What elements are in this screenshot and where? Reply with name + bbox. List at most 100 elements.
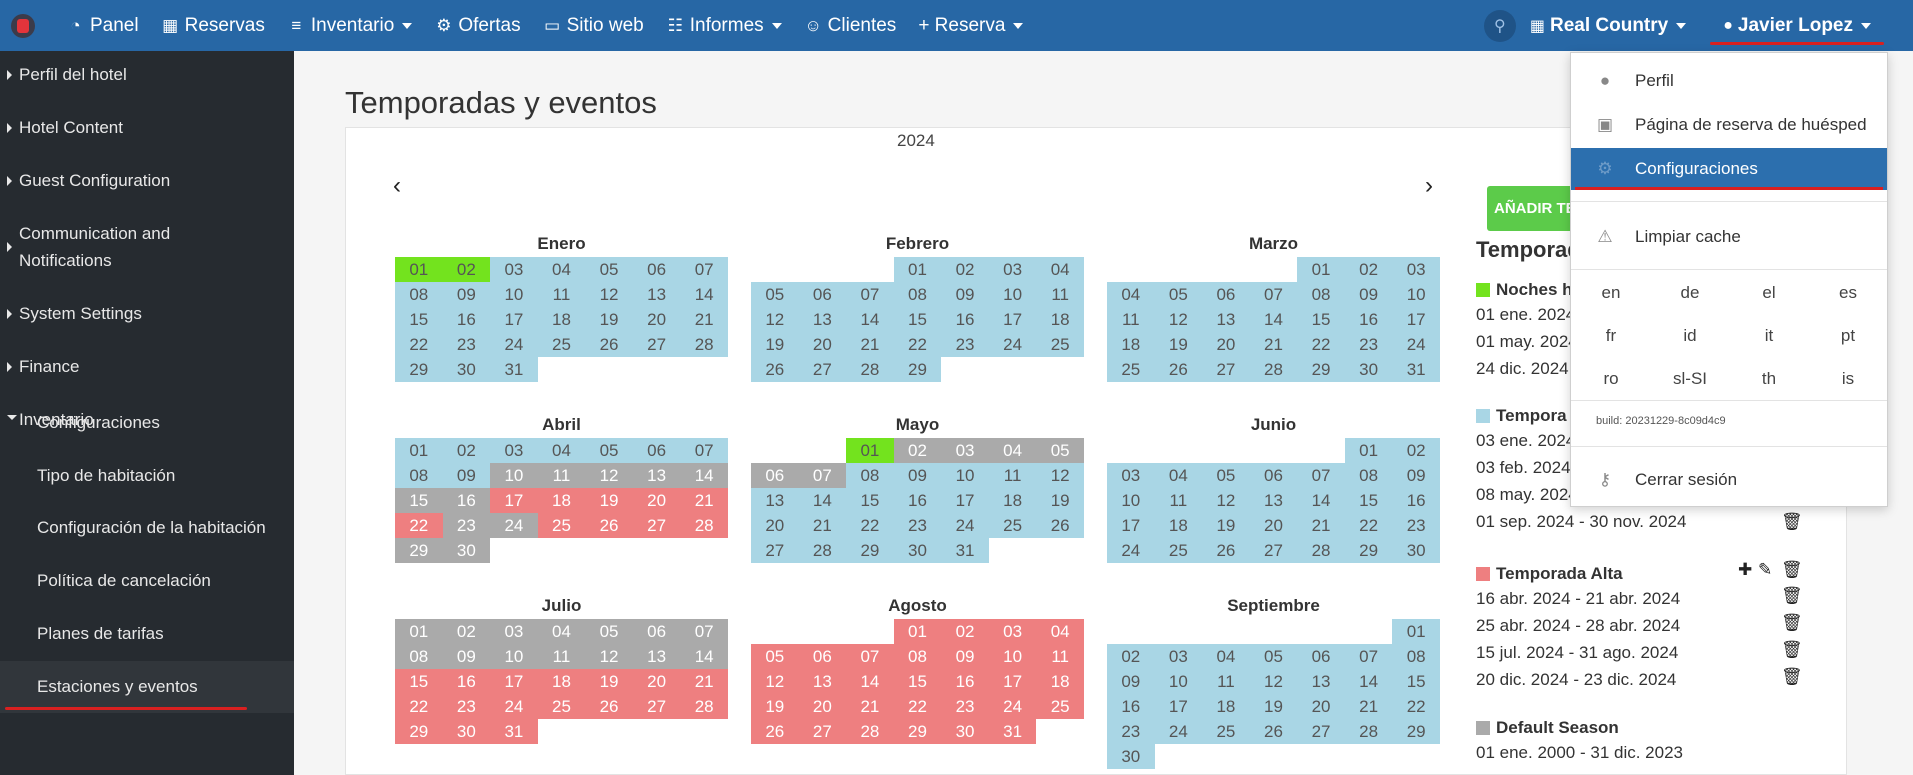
calendar-day[interactable]: 13 bbox=[632, 644, 681, 669]
calendar-day[interactable]: 26 bbox=[585, 513, 633, 538]
menu-item-perfil[interactable]: ● Perfil bbox=[1571, 60, 1887, 102]
calendar-day[interactable]: 17 bbox=[1154, 694, 1203, 719]
calendar-day[interactable]: 30 bbox=[442, 719, 491, 744]
calendar-day[interactable]: 19 bbox=[585, 307, 633, 332]
calendar-day[interactable]: 06 bbox=[798, 644, 847, 669]
nav-item-clientes[interactable]: ☺ Clientes bbox=[793, 0, 908, 51]
calendar-day[interactable]: 22 bbox=[846, 513, 894, 538]
calendar-day[interactable]: 22 bbox=[395, 332, 443, 357]
calendar-day[interactable]: 30 bbox=[442, 357, 491, 382]
calendar-day[interactable]: 02 bbox=[941, 257, 989, 282]
calendar-day[interactable]: 10 bbox=[988, 644, 1037, 669]
calendar-day[interactable]: 20 bbox=[751, 513, 799, 538]
nav-item-reservas[interactable]: ▦ Reservas bbox=[150, 0, 276, 51]
calendar-day[interactable]: 12 bbox=[1036, 463, 1084, 488]
calendar-day[interactable]: 15 bbox=[893, 669, 942, 694]
calendar-day[interactable]: 29 bbox=[395, 357, 443, 382]
calendar-day[interactable]: 20 bbox=[798, 694, 847, 719]
calendar-day[interactable]: 28 bbox=[680, 513, 728, 538]
language-option[interactable]: es bbox=[1808, 283, 1888, 303]
calendar-day[interactable]: 04 bbox=[1036, 257, 1084, 282]
calendar-day[interactable]: 18 bbox=[988, 488, 1037, 513]
calendar-day[interactable]: 03 bbox=[941, 438, 989, 463]
calendar-day[interactable]: 01 bbox=[893, 257, 942, 282]
sidebar-item-system-settings[interactable]: System Settings bbox=[0, 300, 294, 327]
calendar-day[interactable]: 04 bbox=[537, 619, 586, 644]
calendar-day[interactable]: 31 bbox=[490, 719, 538, 744]
calendar-day[interactable]: 08 bbox=[1297, 282, 1345, 307]
calendar-day[interactable]: 29 bbox=[1297, 357, 1345, 382]
calendar-day[interactable]: 24 bbox=[1107, 538, 1155, 563]
calendar-day[interactable]: 04 bbox=[1202, 644, 1250, 669]
calendar-day[interactable]: 18 bbox=[537, 669, 586, 694]
calendar-day[interactable]: 24 bbox=[490, 694, 538, 719]
calendar-day[interactable]: 02 bbox=[442, 257, 491, 282]
calendar-day[interactable]: 01 bbox=[395, 257, 443, 282]
calendar-day[interactable]: 08 bbox=[846, 463, 894, 488]
calendar-day[interactable]: 13 bbox=[1297, 669, 1345, 694]
calendar-day[interactable]: 04 bbox=[1154, 463, 1203, 488]
calendar-day[interactable]: 06 bbox=[1297, 644, 1345, 669]
calendar-day[interactable]: 14 bbox=[680, 463, 728, 488]
calendar-day[interactable]: 19 bbox=[751, 694, 799, 719]
calendar-day[interactable]: 13 bbox=[632, 282, 681, 307]
calendar-day[interactable]: 28 bbox=[1297, 538, 1345, 563]
calendar-day[interactable]: 11 bbox=[1107, 307, 1155, 332]
calendar-day[interactable]: 27 bbox=[632, 694, 681, 719]
calendar-day[interactable]: 20 bbox=[798, 332, 847, 357]
calendar-day[interactable]: 01 bbox=[1344, 438, 1393, 463]
calendar-day[interactable]: 05 bbox=[751, 282, 799, 307]
nav-item-ofertas[interactable]: ⚙ Ofertas bbox=[423, 0, 531, 51]
calendar-day[interactable]: 06 bbox=[1202, 282, 1250, 307]
calendar-day[interactable]: 27 bbox=[798, 719, 847, 744]
calendar-day[interactable]: 14 bbox=[680, 282, 728, 307]
calendar-day[interactable]: 29 bbox=[893, 719, 942, 744]
calendar-day[interactable]: 05 bbox=[1036, 438, 1084, 463]
calendar-day[interactable]: 18 bbox=[1202, 694, 1250, 719]
calendar-day[interactable]: 11 bbox=[537, 463, 586, 488]
calendar-day[interactable]: 02 bbox=[1107, 644, 1155, 669]
menu-item-cerrar-sesi-n[interactable]: ⚷ Cerrar sesión bbox=[1571, 459, 1887, 501]
calendar-day[interactable]: 21 bbox=[680, 669, 728, 694]
calendar-day[interactable]: 09 bbox=[1107, 669, 1155, 694]
calendar-day[interactable]: 25 bbox=[1036, 694, 1084, 719]
calendar-day[interactable]: 18 bbox=[537, 307, 586, 332]
calendar-day[interactable]: 01 bbox=[1392, 619, 1440, 644]
calendar-day[interactable]: 08 bbox=[395, 282, 443, 307]
add-icon[interactable]: ✚ bbox=[1738, 560, 1752, 580]
calendar-day[interactable]: 27 bbox=[632, 513, 681, 538]
trash-icon[interactable]: 🗑 bbox=[1781, 613, 1803, 633]
language-option[interactable]: ro bbox=[1571, 369, 1651, 389]
calendar-day[interactable]: 16 bbox=[893, 488, 942, 513]
calendar-day[interactable]: 25 bbox=[988, 513, 1037, 538]
calendar-day[interactable]: 16 bbox=[442, 669, 491, 694]
sidebar-subitem-pol-tica-de-cancelaci-n[interactable]: Política de cancelación bbox=[0, 555, 294, 607]
calendar-day[interactable]: 24 bbox=[988, 694, 1037, 719]
calendar-day[interactable]: 21 bbox=[680, 488, 728, 513]
calendar-day[interactable]: 13 bbox=[751, 488, 799, 513]
trash-icon[interactable]: 🗑 bbox=[1781, 667, 1803, 687]
calendar-day[interactable]: 28 bbox=[680, 694, 728, 719]
calendar-day[interactable]: 07 bbox=[1249, 282, 1298, 307]
trash-icon[interactable]: 🗑 bbox=[1781, 560, 1803, 580]
calendar-day[interactable]: 16 bbox=[1344, 307, 1393, 332]
calendar-day[interactable]: 14 bbox=[1249, 307, 1298, 332]
calendar-day[interactable]: 12 bbox=[585, 644, 633, 669]
calendar-day[interactable]: 03 bbox=[988, 257, 1037, 282]
calendar-day[interactable]: 22 bbox=[1297, 332, 1345, 357]
calendar-day[interactable]: 13 bbox=[1202, 307, 1250, 332]
calendar-day[interactable]: 15 bbox=[1344, 488, 1393, 513]
calendar-day[interactable]: 05 bbox=[585, 438, 633, 463]
sidebar-subitem-tipo-de-habitaci-n[interactable]: Tipo de habitación bbox=[0, 450, 294, 502]
calendar-day[interactable]: 24 bbox=[490, 513, 538, 538]
hotel-selector[interactable]: ▦ Real Country bbox=[1530, 15, 1687, 37]
calendar-day[interactable]: 06 bbox=[1249, 463, 1298, 488]
calendar-day[interactable]: 15 bbox=[1297, 307, 1345, 332]
calendar-day[interactable]: 03 bbox=[988, 619, 1037, 644]
calendar-day[interactable]: 24 bbox=[490, 332, 538, 357]
calendar-day[interactable]: 03 bbox=[490, 257, 538, 282]
calendar-day[interactable]: 18 bbox=[1036, 307, 1084, 332]
calendar-day[interactable]: 20 bbox=[632, 307, 681, 332]
calendar-day[interactable]: 21 bbox=[1344, 694, 1393, 719]
calendar-day[interactable]: 17 bbox=[490, 488, 538, 513]
